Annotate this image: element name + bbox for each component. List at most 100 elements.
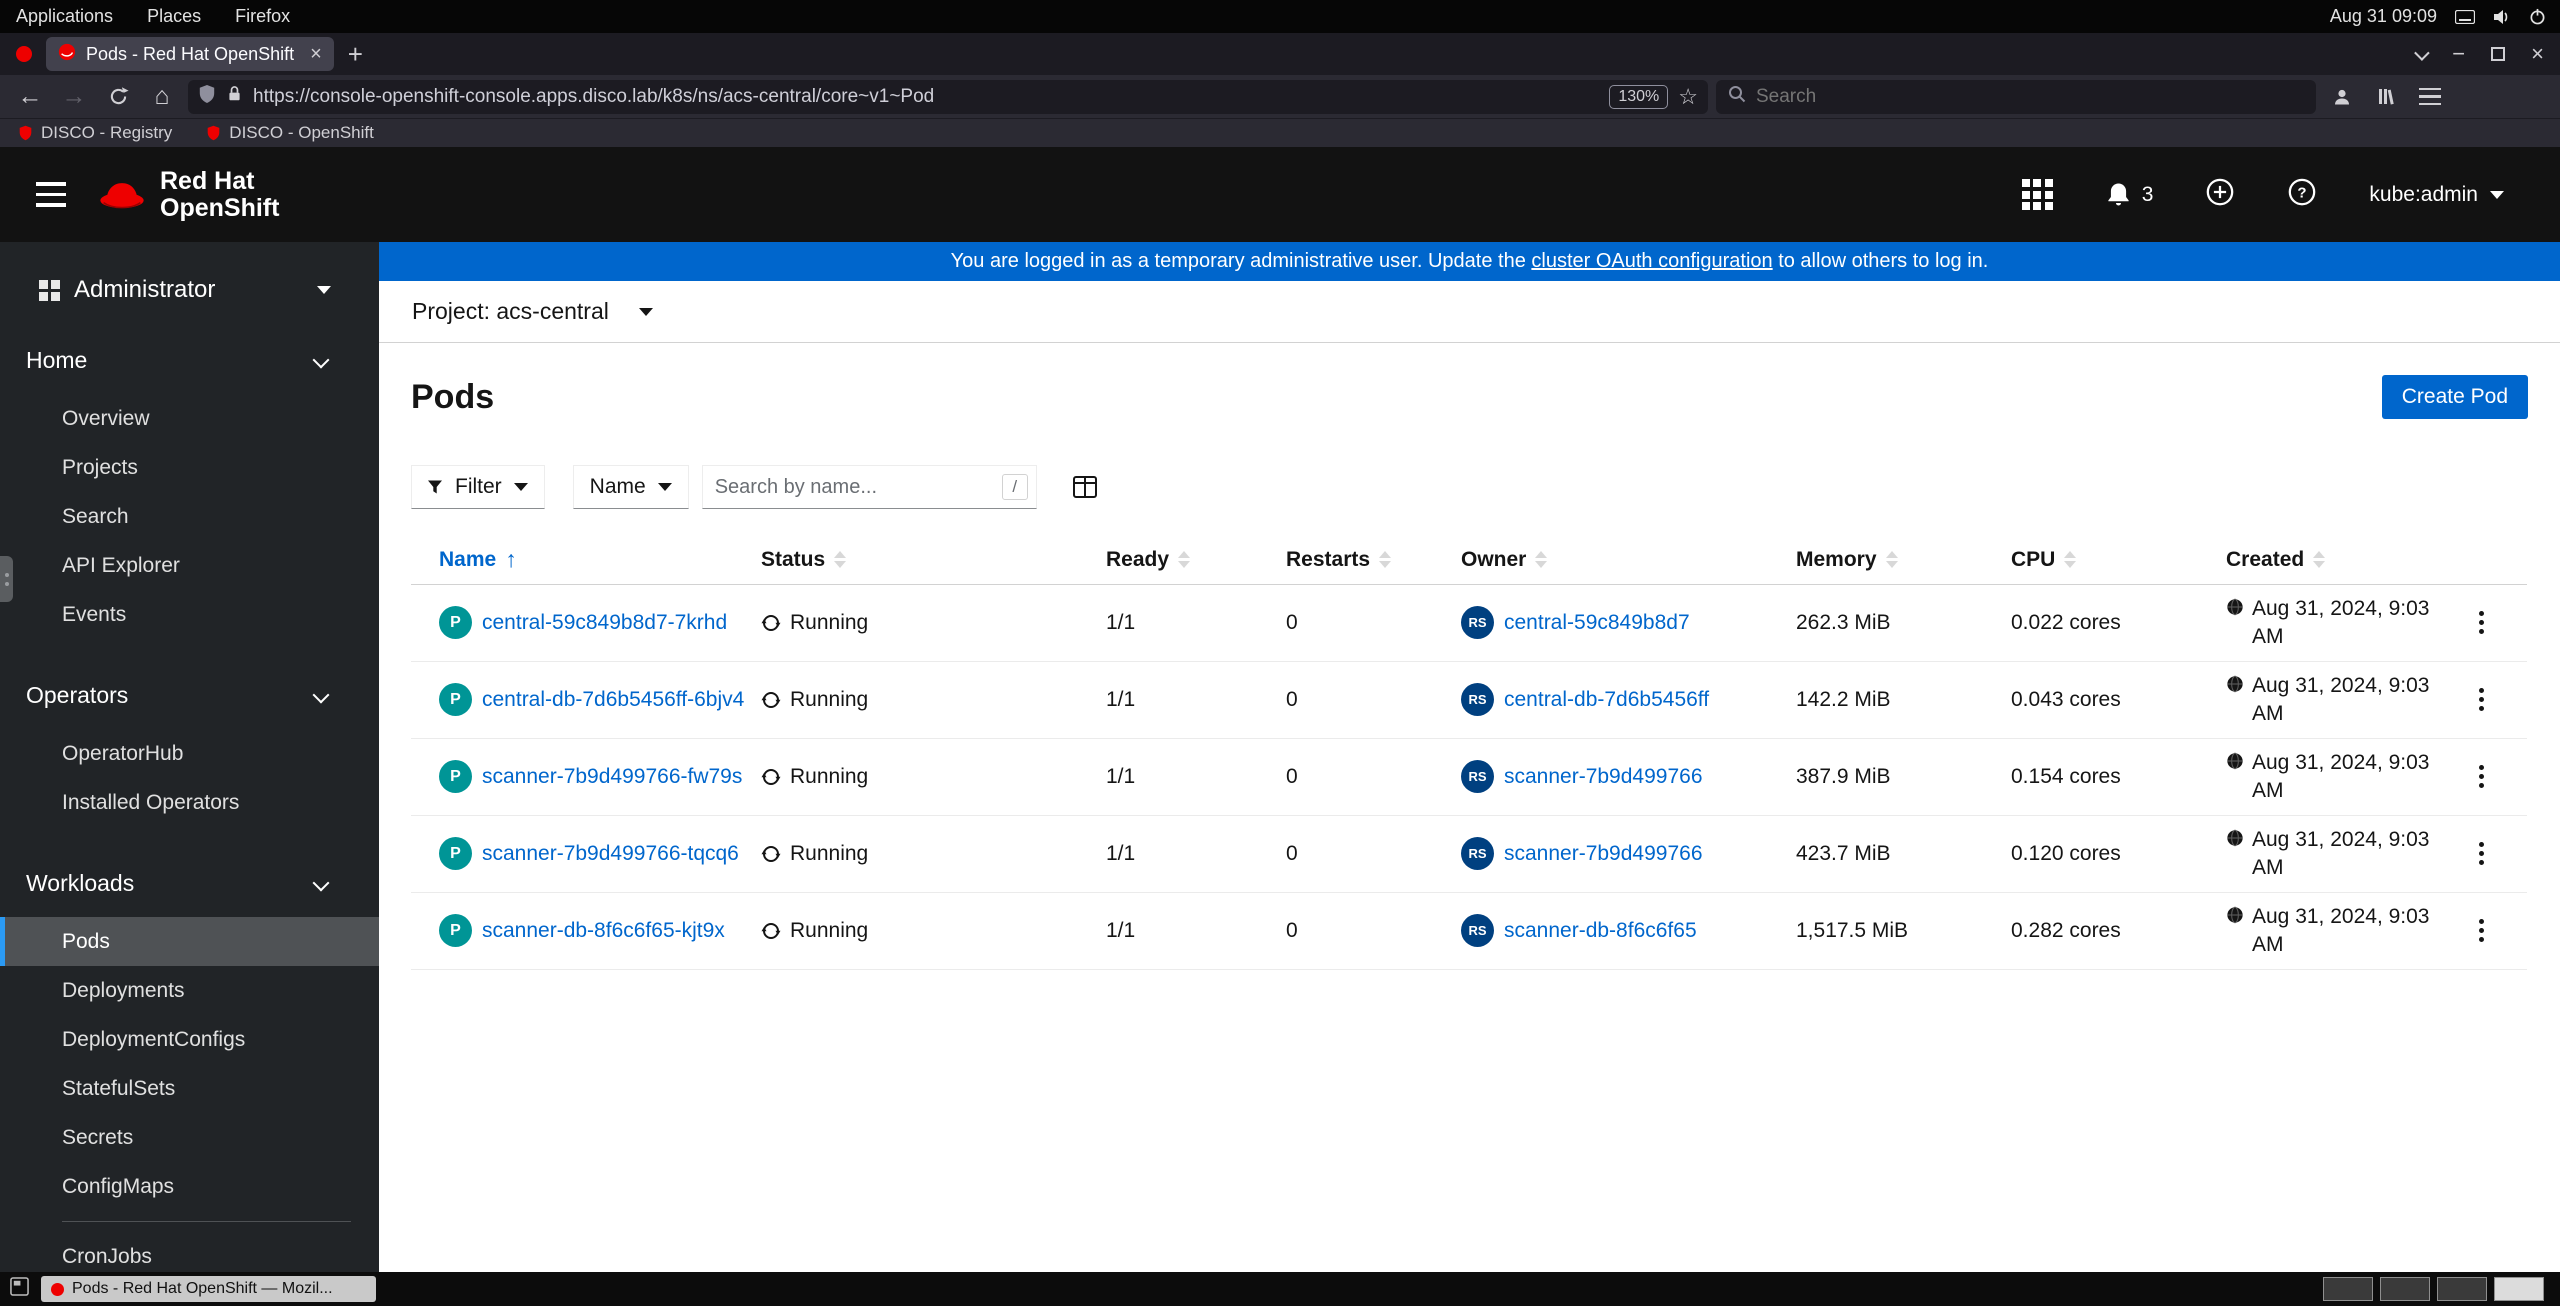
bookmark-disco-openshift[interactable]: DISCO - OpenShift xyxy=(206,123,374,143)
owner-link[interactable]: scanner-db-8f6c6f65 xyxy=(1504,919,1697,943)
manage-columns-button[interactable] xyxy=(1072,476,1097,498)
browser-search-input[interactable] xyxy=(1756,85,2304,108)
nav-section-operators[interactable]: Operators xyxy=(0,669,379,721)
window-list-icon[interactable] xyxy=(10,1277,29,1301)
sidebar-item-installed-operators[interactable]: Installed Operators xyxy=(0,778,379,827)
home-button[interactable]: ⌂ xyxy=(144,80,180,114)
system-clock[interactable]: Aug 31 09:09 xyxy=(2330,6,2437,27)
create-pod-button[interactable]: Create Pod xyxy=(2381,375,2528,419)
kebab-menu-icon[interactable] xyxy=(2466,842,2496,865)
sidebar-item-configmaps[interactable]: ConfigMaps xyxy=(0,1162,379,1211)
sidebar-item-events[interactable]: Events xyxy=(0,590,379,639)
url-bar[interactable]: 130% ☆ xyxy=(188,79,1708,114)
sidebar-item-search[interactable]: Search xyxy=(0,492,379,541)
workspace-1[interactable] xyxy=(2323,1277,2373,1301)
sidebar-item-cronjobs[interactable]: CronJobs xyxy=(0,1232,379,1272)
pod-link[interactable]: central-db-7d6b5456ff-6bjv4 xyxy=(482,688,744,712)
kebab-menu-icon[interactable] xyxy=(2466,765,2496,788)
redhat-openshift-logo[interactable]: Red Hat OpenShift xyxy=(96,168,279,221)
help-icon[interactable]: ? xyxy=(2287,177,2317,212)
column-header-owner[interactable]: Owner xyxy=(1461,536,1796,585)
tracking-protection-shield-icon[interactable] xyxy=(198,84,216,110)
memory-value: 262.3 MiB xyxy=(1796,610,1891,634)
chevron-down-icon xyxy=(2490,190,2504,199)
sidebar-item-statefulsets[interactable]: StatefulSets xyxy=(0,1064,379,1113)
applications-menu[interactable]: Applications xyxy=(16,6,113,27)
list-all-tabs-icon[interactable] xyxy=(2414,44,2430,61)
window-maximize-button[interactable] xyxy=(2491,47,2506,61)
user-menu[interactable]: kube:admin xyxy=(2369,183,2504,207)
forward-button[interactable]: → xyxy=(56,80,92,114)
pod-link[interactable]: scanner-7b9d499766-fw79s xyxy=(482,765,742,789)
reload-button[interactable] xyxy=(100,80,136,114)
attribute-dropdown[interactable]: Name xyxy=(572,465,689,509)
sidebar-item-deployments[interactable]: Deployments xyxy=(0,966,379,1015)
column-header-restarts[interactable]: Restarts xyxy=(1286,536,1461,585)
window-minimize-button[interactable]: − xyxy=(2452,41,2465,67)
notification-drawer-button[interactable]: 3 xyxy=(2105,181,2153,208)
sidebar-item-operatorhub[interactable]: OperatorHub xyxy=(0,729,379,778)
pod-link[interactable]: central-59c849b8d7-7krhd xyxy=(482,611,727,635)
new-tab-button[interactable]: + xyxy=(348,39,363,70)
workspace-4[interactable] xyxy=(2494,1277,2544,1301)
power-icon[interactable] xyxy=(2529,8,2546,25)
sidebar-item-deploymentconfigs[interactable]: DeploymentConfigs xyxy=(0,1015,379,1064)
owner-link[interactable]: scanner-7b9d499766 xyxy=(1504,765,1703,789)
bookmark-disco-registry[interactable]: DISCO - Registry xyxy=(18,123,172,143)
created-timestamp: Aug 31, 2024, 9:03 AM xyxy=(2252,905,2430,956)
taskbar-window-button[interactable]: Pods - Red Hat OpenShift — Mozil... xyxy=(41,1276,376,1302)
column-header-name[interactable]: Name ↑ xyxy=(411,536,761,585)
sidebar-item-overview[interactable]: Overview xyxy=(0,394,379,443)
tab-favicon-redhat-icon xyxy=(58,43,76,66)
nav-toggle-hamburger-icon[interactable] xyxy=(36,182,66,207)
column-header-ready[interactable]: Ready xyxy=(1106,536,1286,585)
library-icon[interactable] xyxy=(2368,80,2404,114)
workspace-2[interactable] xyxy=(2380,1277,2430,1301)
search-by-name-input[interactable] xyxy=(701,465,1037,509)
account-icon[interactable] xyxy=(2324,80,2360,114)
kebab-menu-icon[interactable] xyxy=(2466,611,2496,634)
bookmark-star-icon[interactable]: ☆ xyxy=(1678,84,1698,110)
owner-link[interactable]: central-db-7d6b5456ff xyxy=(1504,688,1709,712)
column-header-memory[interactable]: Memory xyxy=(1796,536,2011,585)
zoom-level-indicator[interactable]: 130% xyxy=(1609,84,1669,109)
sidebar-handle[interactable] xyxy=(0,556,13,602)
lock-icon[interactable] xyxy=(226,84,243,109)
owner-link[interactable]: scanner-7b9d499766 xyxy=(1504,842,1703,866)
filter-dropdown[interactable]: Filter xyxy=(411,465,545,509)
browser-search-bar[interactable] xyxy=(1716,79,2316,114)
back-button[interactable]: ← xyxy=(12,80,48,114)
browser-tab-pods[interactable]: Pods - Red Hat OpenShift × xyxy=(46,37,334,71)
chevron-down-icon[interactable] xyxy=(638,307,653,316)
replicaset-badge: RS xyxy=(1461,914,1494,947)
column-header-cpu[interactable]: CPU xyxy=(2011,536,2226,585)
column-header-created[interactable]: Created xyxy=(2226,536,2466,585)
nav-section-home[interactable]: Home xyxy=(0,334,379,386)
column-header-status[interactable]: Status xyxy=(761,536,1106,585)
sidebar-item-projects[interactable]: Projects xyxy=(0,443,379,492)
window-close-button[interactable]: × xyxy=(2531,41,2544,67)
sidebar-item-api-explorer[interactable]: API Explorer xyxy=(0,541,379,590)
firefox-menu[interactable]: Firefox xyxy=(235,6,290,27)
quick-create-plus-icon[interactable] xyxy=(2205,177,2235,212)
tab-close-icon[interactable]: × xyxy=(310,43,322,66)
sidebar-item-secrets[interactable]: Secrets xyxy=(0,1113,379,1162)
pod-link[interactable]: scanner-db-8f6c6f65-kjt9x xyxy=(482,919,725,943)
perspective-switcher[interactable]: Administrator xyxy=(0,266,379,314)
kebab-menu-icon[interactable] xyxy=(2466,919,2496,942)
project-selector[interactable]: Project: acs-central xyxy=(412,298,609,325)
app-launcher-grid-icon[interactable] xyxy=(2021,179,2053,210)
owner-link[interactable]: central-59c849b8d7 xyxy=(1504,611,1690,635)
url-input[interactable] xyxy=(253,85,1600,108)
oauth-configuration-link[interactable]: cluster OAuth configuration xyxy=(1531,250,1772,272)
kebab-menu-icon[interactable] xyxy=(2466,688,2496,711)
status-text: Running xyxy=(790,841,869,865)
volume-icon[interactable] xyxy=(2493,9,2511,25)
places-menu[interactable]: Places xyxy=(147,6,201,27)
workspace-3[interactable] xyxy=(2437,1277,2487,1301)
nav-section-workloads[interactable]: Workloads xyxy=(0,857,379,909)
pod-link[interactable]: scanner-7b9d499766-tqcq6 xyxy=(482,842,739,866)
sidebar-item-pods[interactable]: Pods xyxy=(0,917,379,966)
menu-hamburger-icon[interactable] xyxy=(2412,80,2448,114)
keyboard-icon[interactable] xyxy=(2455,9,2475,24)
